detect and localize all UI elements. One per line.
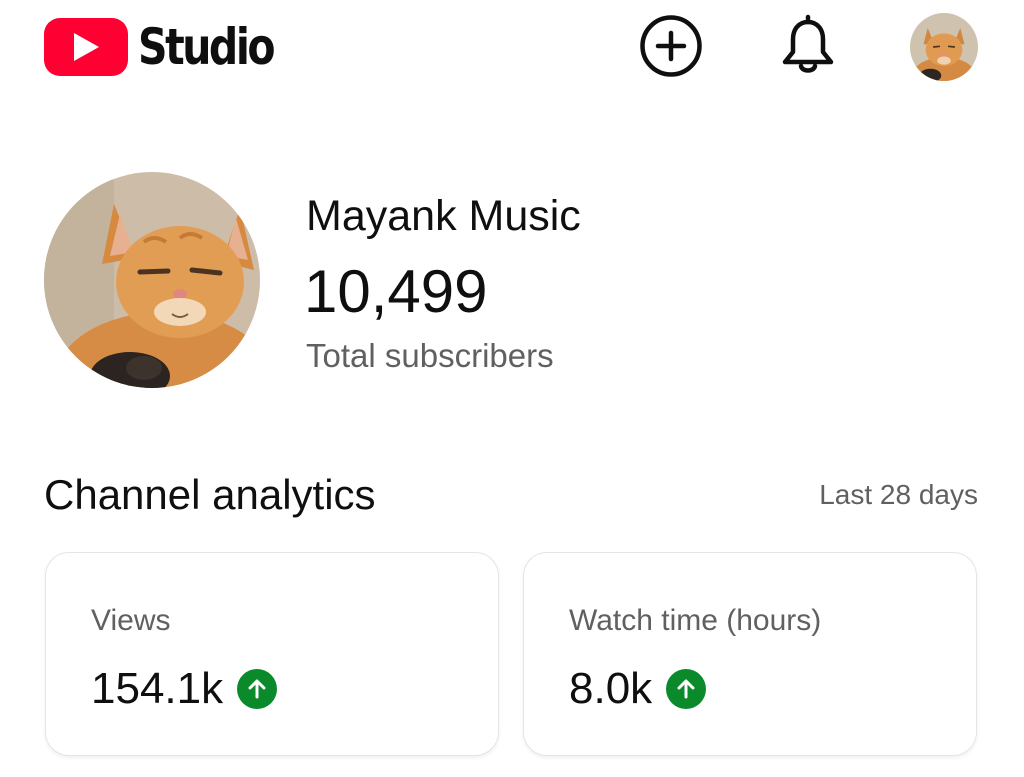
watch-time-value: 8.0k xyxy=(569,664,653,713)
views-value-row: 154.1k xyxy=(91,663,278,715)
notifications-button[interactable] xyxy=(776,14,840,78)
watch-time-value-row: 8.0k xyxy=(569,663,707,715)
cat-avatar-image xyxy=(910,13,978,81)
date-range-label[interactable]: Last 28 days xyxy=(819,476,978,514)
cat-profile-image xyxy=(44,172,260,388)
channel-analytics-title: Channel analytics xyxy=(44,471,376,518)
youtube-studio-logo[interactable]: Studio xyxy=(44,18,303,76)
watch-time-label: Watch time (hours) xyxy=(569,604,822,637)
youtube-play-icon xyxy=(44,18,128,76)
logo-wordmark: Studio xyxy=(138,18,276,76)
views-value: 154.1k xyxy=(91,664,224,713)
trend-up-icon xyxy=(666,669,707,709)
account-avatar[interactable] xyxy=(910,13,978,81)
studio-dashboard: Studio Mayank Music 10,499 Total subscri… xyxy=(0,0,1024,777)
subscriber-count: 10,499 xyxy=(304,258,488,325)
views-card[interactable]: Views 154.1k xyxy=(45,552,499,756)
top-app-bar: Studio xyxy=(0,0,1024,100)
channel-name: Mayank Music xyxy=(306,192,581,240)
bell-icon xyxy=(782,14,834,73)
watch-time-card[interactable]: Watch time (hours) 8.0k xyxy=(523,552,977,756)
add-circle-icon xyxy=(640,15,702,77)
trend-up-icon xyxy=(237,669,278,709)
channel-avatar[interactable] xyxy=(44,172,260,388)
views-label: Views xyxy=(91,604,171,637)
subscriber-label: Total subscribers xyxy=(306,337,554,374)
create-button[interactable] xyxy=(639,14,703,78)
